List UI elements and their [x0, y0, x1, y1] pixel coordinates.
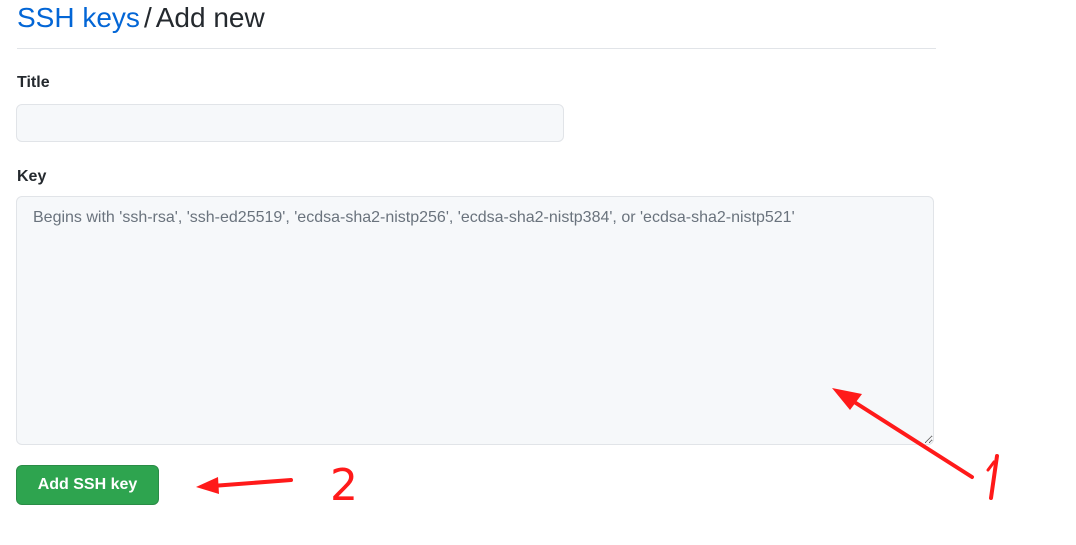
- title-input[interactable]: [16, 104, 564, 142]
- add-ssh-key-button[interactable]: Add SSH key: [16, 465, 159, 505]
- breadcrumb: SSH keys / Add new: [17, 0, 265, 40]
- annotation-mark-1-tick: [986, 460, 996, 472]
- annotation-mark-1: [989, 454, 999, 500]
- breadcrumb-ssh-keys-link[interactable]: SSH keys: [17, 2, 140, 33]
- header-divider: [17, 48, 936, 49]
- key-label: Key: [17, 168, 47, 185]
- breadcrumb-separator: /: [143, 2, 152, 33]
- page-title: Add new: [155, 2, 265, 33]
- annotation-arrow-2: [196, 477, 293, 494]
- ssh-key-add-page: SSH keys/Add new Title Key Add SSH key 2: [0, 0, 1076, 545]
- annotation-number-2: 2: [330, 460, 358, 511]
- title-label: Title: [17, 74, 50, 91]
- key-textarea[interactable]: [16, 196, 934, 445]
